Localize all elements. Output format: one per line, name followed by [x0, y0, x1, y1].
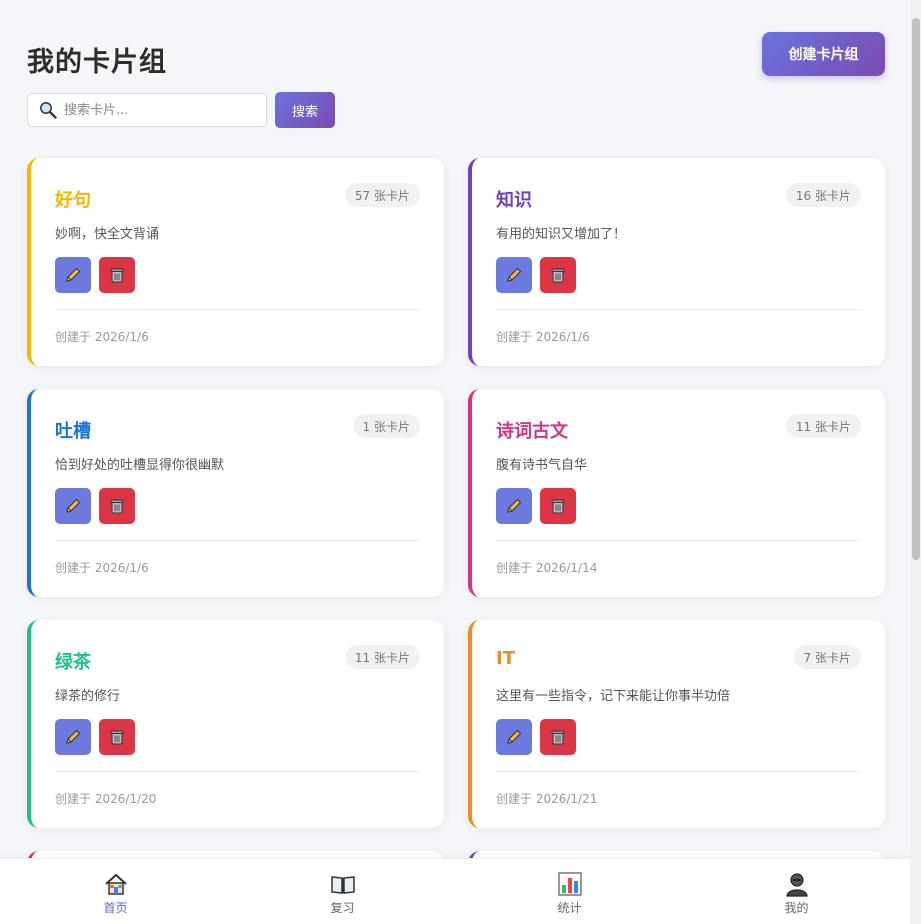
card-count-badge: 57 张卡片: [344, 183, 420, 207]
deck-card[interactable]: 绿茶 11 张卡片 绿茶的修行 创建于 2026/1/20: [27, 620, 444, 828]
pencil-icon: [66, 498, 81, 513]
delete-deck-button[interactable]: [540, 719, 576, 755]
deck-title: 好句: [55, 190, 91, 211]
search-field[interactable]: [27, 93, 267, 127]
card-count-badge: 16 张卡片: [785, 183, 861, 207]
deck-created-date: 创建于 2026/1/6: [55, 330, 149, 344]
edit-deck-button[interactable]: [55, 257, 91, 293]
trash-icon: [110, 499, 124, 514]
card-divider: [496, 309, 861, 310]
pencil-icon: [507, 498, 522, 513]
scrollbar[interactable]: [910, 0, 921, 924]
search-input[interactable]: [64, 100, 259, 120]
trash-icon: [110, 730, 124, 745]
deck-card[interactable]: 吐槽 1 张卡片 恰到好处的吐槽显得你很幽默 创建于 2026/1/6: [27, 389, 444, 597]
edit-deck-button[interactable]: [55, 488, 91, 524]
page-title: 我的卡片组: [27, 47, 167, 78]
deck-card[interactable]: 诗词古文 11 张卡片 腹有诗书气自华 创建于 2026/1/14: [468, 389, 885, 597]
delete-deck-button[interactable]: [99, 488, 135, 524]
deck-description: 这里有一些指令，记下来能让你事半功倍: [496, 689, 731, 704]
book-icon: [330, 871, 356, 897]
page-header: 我的卡片组 创建卡片组: [27, 32, 885, 82]
trash-icon: [551, 730, 565, 745]
trash-icon: [110, 268, 124, 283]
search-icon: [40, 102, 57, 119]
create-deck-button[interactable]: 创建卡片组: [762, 32, 885, 76]
deck-description: 妙啊，快全文背诵: [55, 227, 160, 242]
trash-icon: [551, 499, 565, 514]
deck-created-date: 创建于 2026/1/21: [496, 792, 598, 806]
edit-deck-button[interactable]: [496, 257, 532, 293]
bottom-tab-bar: 首页 复习 统计 我的: [0, 858, 910, 924]
deck-card[interactable]: 好句 57 张卡片 妙啊，快全文背诵 创建于 2026/1/6: [27, 158, 444, 366]
deck-title: 知识: [496, 190, 532, 211]
tab-label: 复习: [330, 901, 355, 915]
card-count-badge: 1 张卡片: [352, 414, 420, 438]
pencil-icon: [507, 267, 522, 282]
delete-deck-button[interactable]: [99, 257, 135, 293]
deck-card[interactable]: 知识 16 张卡片 有用的知识又增加了！ 创建于 2026/1/6: [468, 158, 885, 366]
delete-deck-button[interactable]: [540, 257, 576, 293]
card-divider: [496, 771, 861, 772]
card-divider: [55, 309, 420, 310]
tab-label: 统计: [557, 901, 582, 915]
deck-description: 腹有诗书气自华: [496, 458, 588, 473]
app-page: 我的卡片组 创建卡片组 搜索 好句 57 张卡片 妙啊，快全文背诵: [0, 0, 910, 924]
tab-label: 我的: [784, 901, 809, 915]
tab-label: 首页: [103, 901, 128, 915]
scrollbar-thumb[interactable]: [912, 18, 920, 560]
deck-created-date: 创建于 2026/1/14: [496, 561, 598, 575]
card-count-badge: 11 张卡片: [344, 645, 420, 669]
pencil-icon: [507, 729, 522, 744]
tab-home[interactable]: 首页: [2, 859, 229, 924]
deck-title: 吐槽: [55, 421, 91, 442]
tab-profile[interactable]: 我的: [683, 859, 910, 924]
tab-stats[interactable]: 统计: [456, 859, 683, 924]
house-icon: [103, 871, 129, 897]
deck-description: 有用的知识又增加了！: [496, 227, 627, 242]
card-count-badge: 11 张卡片: [785, 414, 861, 438]
deck-created-date: 创建于 2026/1/20: [55, 792, 157, 806]
card-divider: [55, 540, 420, 541]
person-icon: [784, 871, 810, 897]
edit-deck-button[interactable]: [496, 719, 532, 755]
card-divider: [55, 771, 420, 772]
deck-title: 绿茶: [55, 652, 91, 673]
deck-card[interactable]: IT 7 张卡片 这里有一些指令，记下来能让你事半功倍 创建于 2026/1/2…: [468, 620, 885, 828]
deck-description: 绿茶的修行: [55, 689, 121, 704]
deck-created-date: 创建于 2026/1/6: [496, 330, 590, 344]
deck-title: 诗词古文: [496, 421, 568, 442]
pencil-icon: [66, 729, 81, 744]
bar-chart-icon: [557, 871, 583, 897]
deck-created-date: 创建于 2026/1/6: [55, 561, 149, 575]
edit-deck-button[interactable]: [55, 719, 91, 755]
card-divider: [496, 540, 861, 541]
edit-deck-button[interactable]: [496, 488, 532, 524]
delete-deck-button[interactable]: [540, 488, 576, 524]
deck-title: IT: [496, 648, 515, 669]
delete-deck-button[interactable]: [99, 719, 135, 755]
tab-review[interactable]: 复习: [229, 859, 456, 924]
trash-icon: [551, 268, 565, 283]
pencil-icon: [66, 267, 81, 282]
deck-description: 恰到好处的吐槽显得你很幽默: [55, 458, 225, 473]
search-button[interactable]: 搜索: [275, 92, 335, 128]
card-count-badge: 7 张卡片: [793, 645, 861, 669]
